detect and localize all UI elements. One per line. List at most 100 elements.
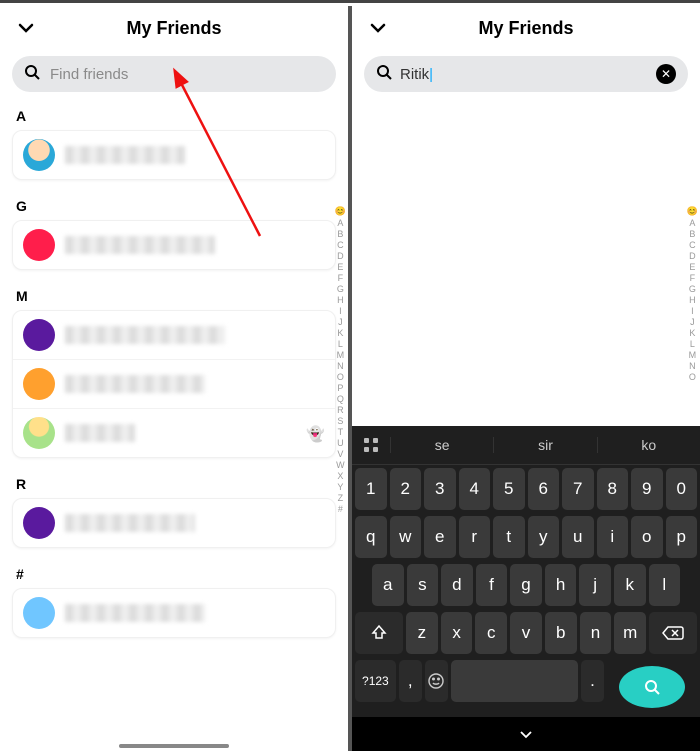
key-4[interactable]: 4 (459, 468, 491, 510)
suggestion[interactable]: sir (493, 437, 596, 453)
key-x[interactable]: x (441, 612, 473, 654)
key-l[interactable]: l (649, 564, 681, 606)
index-letter[interactable]: K (689, 328, 695, 338)
index-letter[interactable]: C (337, 240, 344, 250)
index-letter[interactable]: K (337, 328, 343, 338)
index-letter[interactable]: C (689, 240, 696, 250)
index-letter[interactable]: G (689, 284, 696, 294)
key-c[interactable]: c (475, 612, 507, 654)
key-2[interactable]: 2 (390, 468, 422, 510)
key-k[interactable]: k (614, 564, 646, 606)
key-9[interactable]: 9 (631, 468, 663, 510)
index-letter[interactable]: Y (337, 482, 343, 492)
index-letter[interactable]: J (690, 317, 695, 327)
index-letter[interactable]: # (338, 504, 343, 514)
key-w[interactable]: w (390, 516, 422, 558)
key-m[interactable]: m (614, 612, 646, 654)
key-3[interactable]: 3 (424, 468, 456, 510)
comma-key[interactable]: , (399, 660, 422, 702)
index-letter[interactable]: Z (338, 493, 344, 503)
index-letter[interactable]: O (689, 372, 696, 382)
friend-row[interactable] (13, 499, 335, 547)
key-n[interactable]: n (580, 612, 612, 654)
suggestion[interactable]: ko (597, 437, 700, 453)
key-1[interactable]: 1 (355, 468, 387, 510)
friend-row[interactable] (13, 589, 335, 637)
index-letter[interactable]: L (690, 339, 695, 349)
key-0[interactable]: 0 (666, 468, 698, 510)
index-letter[interactable]: I (691, 306, 694, 316)
chevron-down-icon[interactable] (16, 18, 36, 43)
index-letter[interactable]: L (338, 339, 343, 349)
key-e[interactable]: e (424, 516, 456, 558)
period-key[interactable]: . (581, 660, 604, 702)
chevron-down-icon[interactable] (368, 18, 388, 43)
key-t[interactable]: t (493, 516, 525, 558)
search-bar[interactable]: Ritik| ✕ (364, 56, 688, 92)
key-r[interactable]: r (459, 516, 491, 558)
key-7[interactable]: 7 (562, 468, 594, 510)
key-s[interactable]: s (407, 564, 439, 606)
index-letter[interactable]: I (339, 306, 342, 316)
key-o[interactable]: o (631, 516, 663, 558)
friend-row[interactable] (13, 359, 335, 408)
friend-row[interactable] (13, 131, 335, 179)
key-y[interactable]: y (528, 516, 560, 558)
key-h[interactable]: h (545, 564, 577, 606)
index-letter[interactable]: F (690, 273, 696, 283)
friend-row[interactable]: 👻 (13, 408, 335, 457)
key-8[interactable]: 8 (597, 468, 629, 510)
index-letter[interactable]: B (337, 229, 343, 239)
index-letter[interactable]: D (337, 251, 344, 261)
index-letter[interactable]: E (689, 262, 695, 272)
clear-icon[interactable]: ✕ (656, 64, 676, 84)
key-g[interactable]: g (510, 564, 542, 606)
key-j[interactable]: j (579, 564, 611, 606)
keyboard-apps-icon[interactable] (352, 437, 390, 453)
friend-row[interactable] (13, 221, 335, 269)
numeric-key[interactable]: ?123 (355, 660, 396, 702)
index-letter[interactable]: M (337, 350, 345, 360)
index-letter[interactable]: G (337, 284, 344, 294)
index-letter[interactable]: M (689, 350, 697, 360)
shift-key[interactable] (355, 612, 403, 654)
index-letter[interactable]: P (337, 383, 343, 393)
index-letter[interactable]: V (337, 449, 343, 459)
index-letter[interactable]: R (337, 405, 344, 415)
key-u[interactable]: u (562, 516, 594, 558)
key-z[interactable]: z (406, 612, 438, 654)
index-letter[interactable]: U (337, 438, 344, 448)
index-letter[interactable]: O (337, 372, 344, 382)
key-q[interactable]: q (355, 516, 387, 558)
backspace-key[interactable] (649, 612, 697, 654)
index-letter[interactable]: T (338, 427, 344, 437)
index-letter[interactable]: W (336, 460, 345, 470)
key-d[interactable]: d (441, 564, 473, 606)
index-letter[interactable]: N (337, 361, 344, 371)
search-input[interactable] (48, 65, 324, 84)
index-letter[interactable]: 😊 (335, 206, 346, 217)
index-letter[interactable]: X (337, 471, 343, 481)
index-letter[interactable]: F (338, 273, 344, 283)
key-v[interactable]: v (510, 612, 542, 654)
key-f[interactable]: f (476, 564, 508, 606)
key-a[interactable]: a (372, 564, 404, 606)
index-letter[interactable]: H (337, 295, 344, 305)
key-p[interactable]: p (666, 516, 698, 558)
emoji-key[interactable] (425, 660, 448, 702)
index-bar[interactable]: 😊ABCDEFGHIJKLMNO (687, 206, 698, 382)
suggestion[interactable]: se (390, 437, 493, 453)
key-6[interactable]: 6 (528, 468, 560, 510)
key-5[interactable]: 5 (493, 468, 525, 510)
index-letter[interactable]: A (337, 218, 343, 228)
index-letter[interactable]: N (689, 361, 696, 371)
index-bar[interactable]: 😊ABCDEFGHIJKLMNOPQRSTUVWXYZ# (335, 206, 346, 514)
search-bar[interactable] (12, 56, 336, 92)
key-b[interactable]: b (545, 612, 577, 654)
keyboard-collapse[interactable] (352, 717, 700, 751)
search-key[interactable] (619, 666, 685, 708)
friend-row[interactable] (13, 311, 335, 359)
index-letter[interactable]: H (689, 295, 696, 305)
key-i[interactable]: i (597, 516, 629, 558)
index-letter[interactable]: 😊 (687, 206, 698, 217)
